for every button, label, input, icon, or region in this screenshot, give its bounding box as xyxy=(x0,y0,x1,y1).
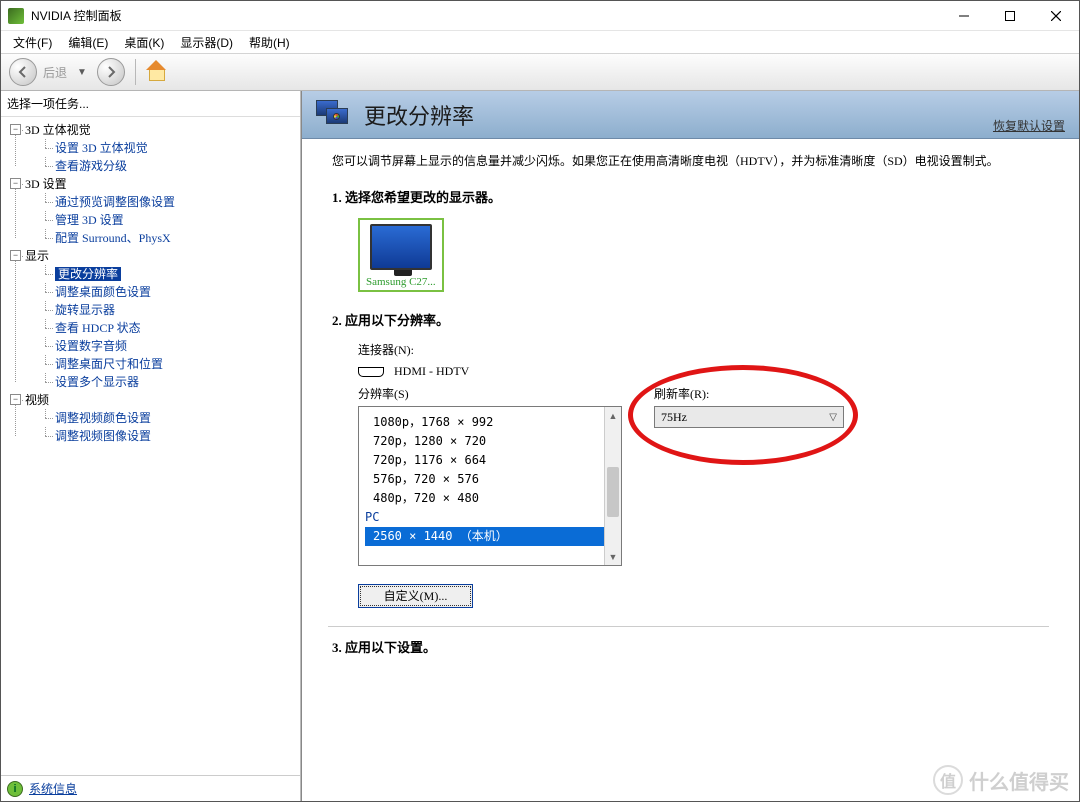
change-resolution-icon xyxy=(316,100,352,130)
menu-help[interactable]: 帮助(H) xyxy=(243,32,296,53)
tree-link-hdcp-status[interactable]: 查看 HDCP 状态 xyxy=(55,321,141,335)
tree-link-set-3d-stereo[interactable]: 设置 3D 立体视觉 xyxy=(55,141,148,155)
forward-button[interactable] xyxy=(97,58,125,86)
tree-link-multi-display[interactable]: 设置多个显示器 xyxy=(55,375,139,389)
chevron-down-icon: ▽ xyxy=(829,412,837,423)
tree-link-adjust-color[interactable]: 调整桌面颜色设置 xyxy=(55,285,151,299)
res-option[interactable]: 720p，1280 × 720 xyxy=(373,432,604,451)
res-option[interactable]: 576p，720 × 576 xyxy=(373,470,604,489)
toolbar: 后退 ▼ xyxy=(1,53,1079,91)
step1-label: 1. 选择您希望更改的显示器。 xyxy=(332,187,1049,206)
hdmi-icon xyxy=(358,367,384,377)
tree-toggle-display[interactable]: − xyxy=(10,250,21,261)
tree-link-manage-3d[interactable]: 管理 3D 设置 xyxy=(55,213,124,227)
tree-link-view-game-rating[interactable]: 查看游戏分级 xyxy=(55,159,127,173)
scroll-up-icon[interactable]: ▲ xyxy=(605,407,621,424)
monitor-name: Samsung C27... xyxy=(366,276,436,288)
window-controls xyxy=(941,1,1079,30)
step3-label: 3. 应用以下设置。 xyxy=(332,637,1049,656)
monitor-icon xyxy=(370,224,432,270)
app-window: NVIDIA 控制面板 文件(F) 编辑(E) 桌面(K) 显示器(D) 帮助(… xyxy=(0,0,1080,802)
refresh-rate-combobox[interactable]: 75Hz ▽ xyxy=(654,406,844,428)
restore-defaults-link[interactable]: 恢复默认设置 xyxy=(993,117,1065,134)
menu-edit[interactable]: 编辑(E) xyxy=(62,32,114,53)
connector-value: HDMI - HDTV xyxy=(394,364,469,379)
titlebar: NVIDIA 控制面板 xyxy=(1,1,1079,31)
back-history-dropdown[interactable]: ▼ xyxy=(73,67,91,78)
res-option[interactable]: 480p，720 × 480 xyxy=(373,489,604,508)
tree-cat-video: 视频 xyxy=(25,393,49,407)
tree-link-digital-audio[interactable]: 设置数字音频 xyxy=(55,339,127,353)
minimize-button[interactable] xyxy=(941,1,987,30)
sidebar: 选择一项任务... − 3D 立体视觉 设置 3D 立体视觉 查看游戏分级 − … xyxy=(1,91,301,801)
system-info-icon: i xyxy=(7,781,23,797)
content-header: 更改分辨率 恢复默认设置 xyxy=(302,91,1079,139)
menu-desktop[interactable]: 桌面(K) xyxy=(118,32,170,53)
tree-link-adjust-image[interactable]: 通过预览调整图像设置 xyxy=(55,195,175,209)
listbox-scrollbar[interactable]: ▲ ▼ xyxy=(604,407,621,565)
tree-cat-3d-stereo: 3D 立体视觉 xyxy=(25,123,91,137)
resolution-listbox[interactable]: 1080p，1768 × 992 720p，1280 × 720 720p，11… xyxy=(358,406,622,566)
tree-link-change-resolution[interactable]: 更改分辨率 xyxy=(55,267,121,281)
main-split: 选择一项任务... − 3D 立体视觉 设置 3D 立体视觉 查看游戏分级 − … xyxy=(1,91,1079,801)
content-pane: 更改分辨率 恢复默认设置 您可以调节屏幕上显示的信息量并减少闪烁。如果您正在使用… xyxy=(301,91,1079,801)
tree-link-video-color[interactable]: 调整视频颜色设置 xyxy=(55,411,151,425)
menu-file[interactable]: 文件(F) xyxy=(7,32,58,53)
tree-cat-3d-settings: 3D 设置 xyxy=(25,177,67,191)
menubar: 文件(F) 编辑(E) 桌面(K) 显示器(D) 帮助(H) xyxy=(1,31,1079,53)
tree-toggle-video[interactable]: − xyxy=(10,394,21,405)
connector-label: 连接器(N): xyxy=(358,341,1049,358)
tree-toggle-3d-settings[interactable]: − xyxy=(10,178,21,189)
content-divider xyxy=(328,626,1049,627)
res-option[interactable]: 720p，1176 × 664 xyxy=(373,451,604,470)
maximize-button[interactable] xyxy=(987,1,1033,30)
back-button[interactable] xyxy=(9,58,37,86)
tree-link-video-image[interactable]: 调整视频图像设置 xyxy=(55,429,151,443)
refresh-rate-value: 75Hz xyxy=(661,410,687,425)
refresh-rate-label: 刷新率(R): xyxy=(654,385,854,402)
system-info-link[interactable]: 系统信息 xyxy=(29,780,77,797)
watermark: 值 什么值得买 xyxy=(933,765,1069,795)
tree-toggle-3d-stereo[interactable]: − xyxy=(10,124,21,135)
tree-link-rotate-display[interactable]: 旋转显示器 xyxy=(55,303,115,317)
home-icon[interactable] xyxy=(146,60,170,84)
task-tree: − 3D 立体视觉 设置 3D 立体视觉 查看游戏分级 − 3D 设置 通过预览… xyxy=(1,117,300,775)
res-option[interactable]: 1080p，1768 × 992 xyxy=(373,413,604,432)
res-category-pc: PC xyxy=(365,508,604,527)
page-title: 更改分辨率 xyxy=(364,99,474,131)
watermark-text: 什么值得买 xyxy=(969,766,1069,795)
nvidia-app-icon xyxy=(8,8,24,24)
scroll-thumb[interactable] xyxy=(607,467,619,517)
tree-link-adjust-size-pos[interactable]: 调整桌面尺寸和位置 xyxy=(55,357,163,371)
content-body: 您可以调节屏幕上显示的信息量并减少闪烁。如果您正在使用高清晰度电视（HDTV），… xyxy=(302,139,1079,801)
monitor-selector[interactable]: Samsung C27... xyxy=(358,218,444,292)
sidebar-footer: i 系统信息 xyxy=(1,775,300,801)
page-description: 您可以调节屏幕上显示的信息量并减少闪烁。如果您正在使用高清晰度电视（HDTV），… xyxy=(332,153,1049,169)
close-button[interactable] xyxy=(1033,1,1079,30)
scroll-down-icon[interactable]: ▼ xyxy=(605,548,621,565)
toolbar-separator xyxy=(135,59,136,85)
customize-button[interactable]: 自定义(M)... xyxy=(358,584,473,608)
step2-label: 2. 应用以下分辨率。 xyxy=(332,310,1049,329)
back-label: 后退 xyxy=(43,64,67,81)
sidebar-header: 选择一项任务... xyxy=(1,91,300,117)
menu-display[interactable]: 显示器(D) xyxy=(174,32,239,53)
tree-link-surround-physx[interactable]: 配置 Surround、PhysX xyxy=(55,231,171,245)
resolution-label: 分辨率(S) xyxy=(358,385,622,402)
res-option-selected[interactable]: 2560 × 1440 （本机） xyxy=(365,527,604,546)
tree-cat-display: 显示 xyxy=(25,249,49,263)
window-title: NVIDIA 控制面板 xyxy=(31,7,122,24)
watermark-icon: 值 xyxy=(933,765,963,795)
